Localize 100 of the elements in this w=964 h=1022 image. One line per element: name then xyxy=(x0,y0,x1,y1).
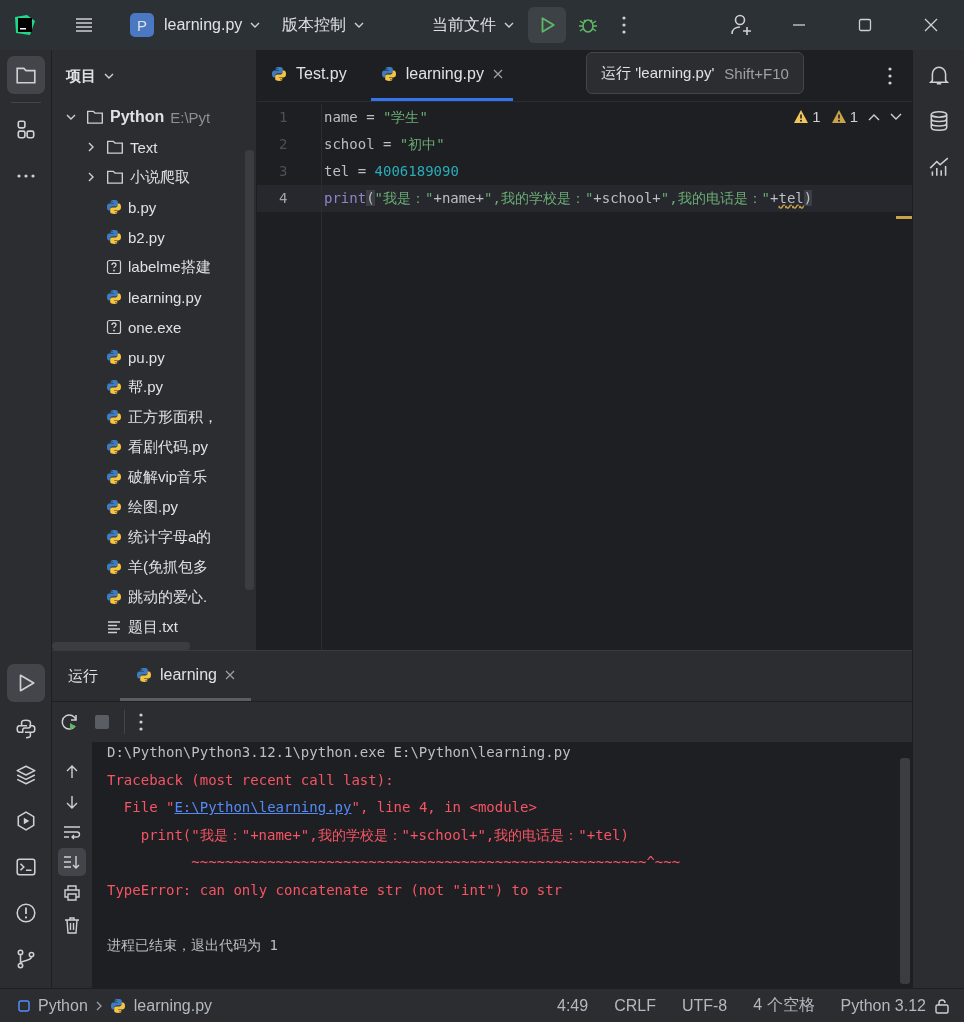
soft-wrap-icon[interactable] xyxy=(63,824,81,840)
run-config-dropdown[interactable]: 当前文件 xyxy=(424,14,522,36)
breadcrumb[interactable]: Python xyxy=(38,996,88,1015)
line-number: 4 xyxy=(257,185,321,212)
structure-icon xyxy=(14,119,37,141)
chevron-icon xyxy=(104,73,114,79)
tree-item[interactable]: 破解vip音乐 xyxy=(128,467,208,487)
folder-path: E:\Pyt xyxy=(170,108,211,126)
tree-item[interactable]: 统计字母a的 xyxy=(128,527,212,547)
more-icon[interactable] xyxy=(139,713,143,731)
warning-icon xyxy=(793,108,810,125)
python-file-icon xyxy=(106,469,122,485)
warning-count[interactable]: 1 xyxy=(830,108,858,125)
print-icon[interactable] xyxy=(63,884,81,902)
python-file-icon xyxy=(106,529,122,545)
previous-highlight-icon[interactable] xyxy=(868,112,880,121)
python-file-icon xyxy=(106,559,122,575)
python-file-icon xyxy=(106,229,122,245)
app-logo-icon[interactable] xyxy=(14,14,36,36)
vcs-dropdown[interactable]: 版本控制 xyxy=(274,14,373,36)
chevron-icon[interactable] xyxy=(66,112,76,122)
add-user-icon[interactable] xyxy=(730,13,754,37)
chevron-icon[interactable] xyxy=(86,142,96,152)
tree-item[interactable]: b.py xyxy=(128,198,157,216)
close-icon[interactable] xyxy=(492,69,503,79)
python-file-icon xyxy=(106,589,122,605)
status-item[interactable]: Python 3.12 xyxy=(840,996,926,1015)
tooltip-action: 运行 'learning.py' xyxy=(601,63,715,83)
folder-icon xyxy=(106,168,124,186)
tree-item[interactable]: 看剧代码.py xyxy=(128,437,208,457)
project-dropdown[interactable]: P learning.py xyxy=(122,13,269,37)
close-icon[interactable] xyxy=(924,18,938,32)
tree-item[interactable]: learning.py xyxy=(128,288,202,306)
scrollbar[interactable] xyxy=(52,642,190,650)
layers-icon xyxy=(14,764,37,786)
warning-count[interactable]: 1 xyxy=(793,108,821,125)
chevron-icon xyxy=(354,22,365,28)
console-line: print("我是："+name+",我的学校是："+school+",我的电话是："+tel) xyxy=(139,826,629,843)
bell-icon xyxy=(927,64,950,86)
chart-icon xyxy=(927,156,950,178)
panel-title: 运行 xyxy=(68,666,98,686)
tree-item[interactable]: 绘图.py xyxy=(128,497,178,517)
status-item[interactable]: 4 个空格 xyxy=(753,995,815,1016)
python-file-icon xyxy=(106,379,122,395)
run-tool-button[interactable] xyxy=(6,664,45,702)
next-highlight-icon[interactable] xyxy=(890,112,902,121)
tree-item[interactable]: labelme搭建 xyxy=(128,257,211,277)
python-file-icon xyxy=(136,666,152,683)
rerun-icon[interactable] xyxy=(60,712,80,732)
breadcrumb[interactable]: learning.py xyxy=(133,996,213,1015)
tree-item[interactable]: 帮.py xyxy=(128,377,163,397)
editor-tab[interactable]: learning.py xyxy=(370,50,513,101)
more-icon[interactable] xyxy=(888,66,892,85)
tree-item[interactable]: one.exe xyxy=(128,318,182,336)
python-file-icon xyxy=(106,439,122,455)
console-line: TypeError: can only concatenate str (not "int") to str xyxy=(107,881,563,898)
tree-item[interactable]: 羊(免抓包多 xyxy=(128,557,208,577)
status-item[interactable]: CRLF xyxy=(614,996,656,1015)
status-item[interactable]: UTF-8 xyxy=(681,996,728,1015)
python-file-icon xyxy=(106,349,122,365)
warning-icon xyxy=(830,108,847,125)
maximize-icon[interactable] xyxy=(858,18,872,32)
delete-icon[interactable] xyxy=(64,916,80,934)
code-line: print("我是："+name+",我的学校是："+school+",我的电话是："+tel) xyxy=(324,190,813,206)
code-line: tel = 4006189090 xyxy=(324,163,459,179)
project-view-dropdown[interactable]: 项目 xyxy=(66,66,114,86)
tree-item[interactable]: Python xyxy=(110,108,165,126)
tree-item[interactable]: Text xyxy=(130,138,158,156)
console-line: Traceback (most recent call last): xyxy=(107,771,394,788)
down-arrow-icon[interactable] xyxy=(64,794,80,810)
terminal-icon xyxy=(14,856,37,878)
python-file-icon xyxy=(106,499,122,515)
chevron-icon xyxy=(250,22,261,28)
tree-item[interactable]: 正方形面积， xyxy=(128,407,218,427)
scroll-to-end-icon xyxy=(63,854,81,870)
module-icon xyxy=(18,999,30,1012)
python-file-icon xyxy=(106,409,122,425)
code-line: school = "初中" xyxy=(324,136,445,152)
close-icon[interactable] xyxy=(224,669,235,680)
more-icon[interactable] xyxy=(622,16,626,34)
tree-item[interactable]: 小说爬取 xyxy=(130,167,190,187)
lock-icon[interactable] xyxy=(934,997,950,1014)
scrollbar[interactable] xyxy=(900,758,910,984)
code-line: name = "学生" xyxy=(324,109,428,125)
scroll-to-end-button[interactable] xyxy=(58,848,86,876)
python-file-icon xyxy=(380,66,397,82)
tree-item[interactable]: pu.py xyxy=(128,348,165,366)
up-arrow-icon[interactable] xyxy=(64,764,80,780)
python-icon xyxy=(14,718,37,740)
status-item[interactable]: 4:49 xyxy=(557,996,589,1015)
tree-item[interactable]: b2.py xyxy=(128,228,165,246)
editor-tab[interactable]: Test.py xyxy=(261,50,357,101)
run-button[interactable] xyxy=(528,7,566,43)
chevron-icon[interactable] xyxy=(86,172,96,182)
file-link[interactable]: E:\Python\learning.py xyxy=(174,799,352,815)
console-line: ~~~~~~~~~~~~~~~~~~~~~~~~~~~~~~~~~~~~~~~~~~~~~~~~~~~~~~^~~~ xyxy=(190,854,681,870)
project-tool-button[interactable] xyxy=(6,56,45,94)
menu-icon[interactable] xyxy=(74,15,94,35)
tree-item[interactable]: 跳动的爱心. xyxy=(128,587,208,607)
tree-item[interactable]: 题目.txt xyxy=(128,617,178,637)
